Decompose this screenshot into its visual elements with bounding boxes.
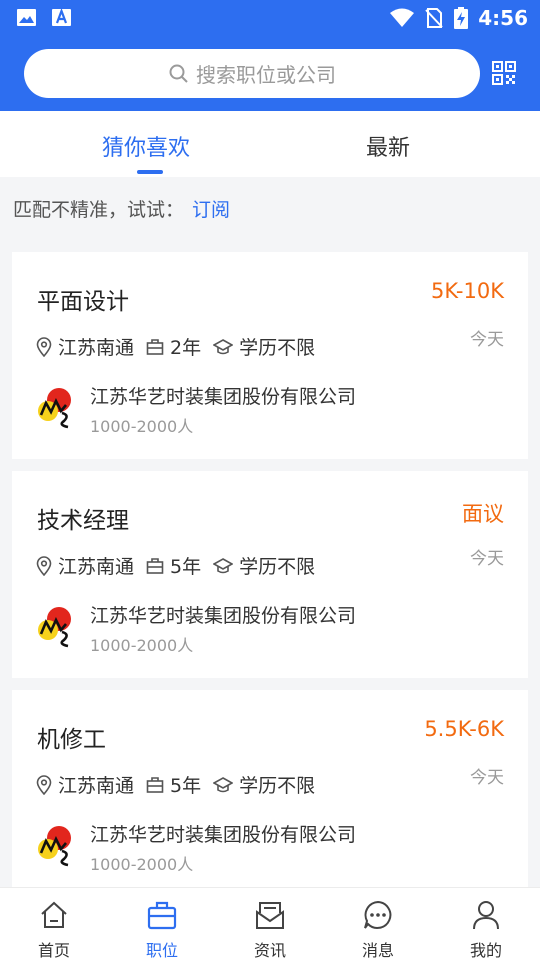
wifi-icon: [390, 8, 415, 27]
company-logo: [38, 388, 71, 429]
search-placeholder: 搜索职位或公司: [196, 63, 336, 87]
nav-news[interactable]: 资讯: [216, 888, 324, 961]
no-sim-icon: [425, 8, 443, 28]
gallery-icon: [17, 9, 36, 26]
app-header: 4:56 搜索职位或公司: [0, 0, 540, 111]
education-icon: [213, 776, 234, 792]
post-date: 今天: [470, 330, 504, 350]
nav-label: 职位: [145, 941, 178, 960]
post-date: 今天: [470, 768, 504, 788]
nav-label: 消息: [361, 941, 394, 960]
job-experience: 5年: [170, 556, 202, 578]
tab-recommended[interactable]: 猜你喜欢: [102, 130, 190, 162]
tab-bar: 猜你喜欢 最新: [0, 111, 540, 177]
education-icon: [213, 338, 234, 354]
nav-label: 资讯: [253, 941, 286, 960]
company-size: 1000-2000人: [90, 417, 194, 436]
job-card[interactable]: 平面设计 5K-10K 今天 江苏南通 2年 学历不限 江苏华艺时装集团股份有限…: [12, 252, 528, 459]
job-title: 机修工: [37, 727, 106, 753]
nav-label: 首页: [37, 941, 70, 960]
home-icon: [41, 901, 67, 928]
subscribe-link[interactable]: 订阅: [192, 199, 230, 221]
location-icon: [36, 336, 52, 357]
search-input[interactable]: 搜索职位或公司: [24, 49, 480, 98]
nav-messages[interactable]: 消息: [324, 888, 432, 961]
location-icon: [36, 774, 52, 795]
education-icon: [213, 557, 234, 573]
company-name: 江苏华艺时装集团股份有限公司: [90, 824, 357, 846]
briefcase-icon: [147, 901, 177, 930]
job-education: 学历不限: [239, 337, 316, 359]
job-title: 平面设计: [37, 289, 129, 315]
post-date: 今天: [470, 549, 504, 569]
company-size: 1000-2000人: [90, 636, 194, 655]
news-icon: [256, 902, 284, 929]
job-card[interactable]: 机修工 5.5K-6K 今天 江苏南通 5年 学历不限 江苏华艺时装集团股份有限…: [12, 690, 528, 897]
experience-icon: [146, 338, 164, 355]
message-icon: [364, 900, 392, 929]
job-experience: 5年: [170, 775, 202, 797]
nav-label: 我的: [469, 941, 502, 960]
job-location: 江苏南通: [58, 337, 135, 359]
job-education: 学历不限: [239, 775, 316, 797]
company-logo: [38, 826, 71, 867]
salary: 5.5K-6K: [424, 717, 504, 741]
search-icon: [169, 64, 188, 83]
nav-jobs[interactable]: 职位: [108, 888, 216, 961]
company-logo: [38, 607, 71, 648]
qr-scan-icon[interactable]: [492, 61, 516, 85]
nav-profile[interactable]: 我的: [432, 888, 540, 961]
job-location: 江苏南通: [58, 556, 135, 578]
location-icon: [36, 555, 52, 576]
job-location: 江苏南通: [58, 775, 135, 797]
job-experience: 2年: [170, 337, 202, 359]
font-icon: [52, 8, 71, 26]
experience-icon: [146, 557, 164, 574]
company-size: 1000-2000人: [90, 855, 194, 874]
experience-icon: [146, 776, 164, 793]
bottom-nav: 首页 职位 资讯 消息 我的: [0, 887, 540, 961]
tab-indicator: [137, 170, 163, 174]
profile-icon: [473, 901, 499, 930]
job-card[interactable]: 技术经理 面议 今天 江苏南通 5年 学历不限 江苏华艺时装集团股份有限公司 1…: [12, 471, 528, 678]
nav-home[interactable]: 首页: [0, 888, 108, 961]
status-bar: 4:56: [0, 0, 540, 36]
battery-icon: [454, 7, 469, 29]
salary: 5K-10K: [431, 279, 504, 303]
job-title: 技术经理: [37, 508, 129, 534]
company-name: 江苏华艺时装集团股份有限公司: [90, 386, 357, 408]
salary: 面议: [462, 502, 504, 526]
hint-text: 匹配不精准，试试：: [13, 199, 185, 221]
job-education: 学历不限: [239, 556, 316, 578]
clock: 4:56: [478, 6, 528, 30]
match-hint: 匹配不精准，试试： 订阅: [13, 195, 230, 222]
tab-latest[interactable]: 最新: [366, 130, 410, 162]
company-name: 江苏华艺时装集团股份有限公司: [90, 605, 357, 627]
